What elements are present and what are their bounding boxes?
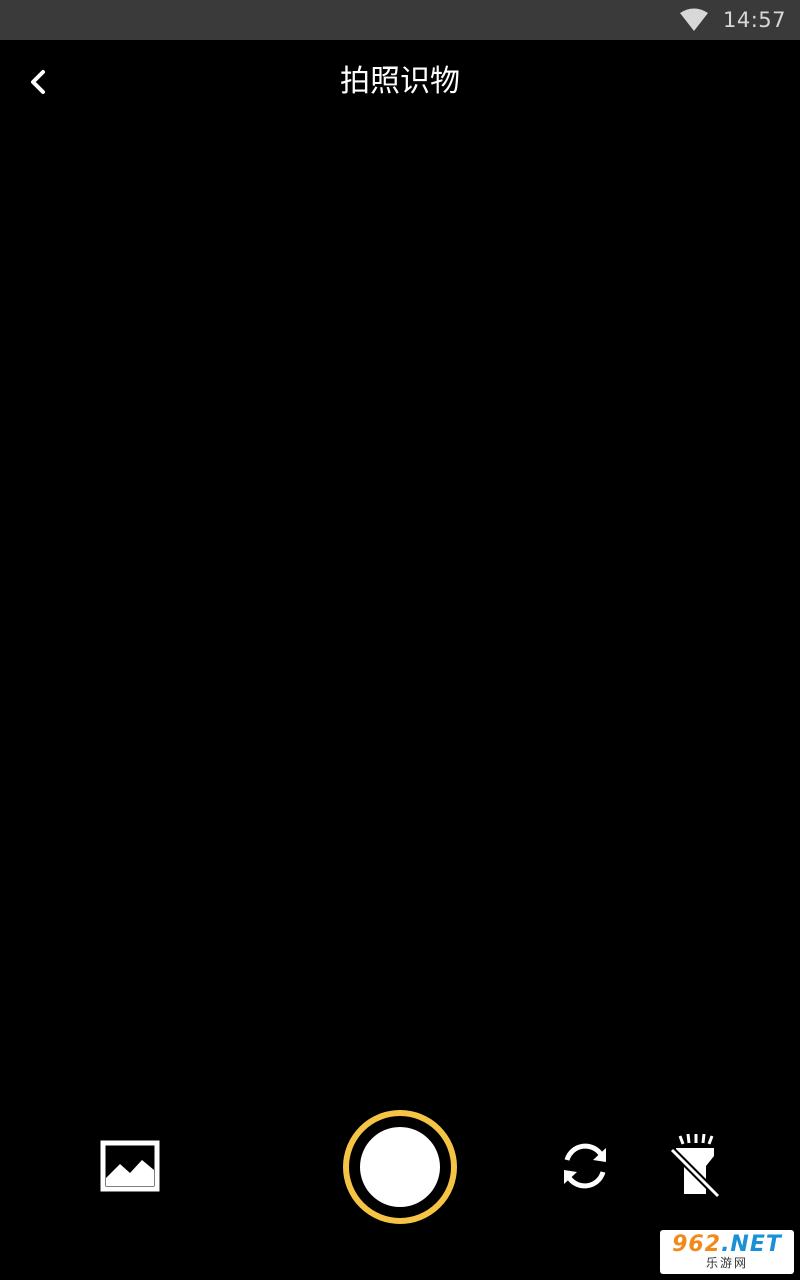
page-title: 拍照识物 [340, 64, 460, 99]
flashlight-off-icon [669, 1133, 721, 1198]
camera-controls [0, 1100, 800, 1240]
camera-switch-icon [564, 1143, 606, 1189]
image-icon [100, 1140, 160, 1192]
shutter-icon [360, 1127, 440, 1207]
switch-camera-button[interactable] [555, 1138, 615, 1194]
status-icons: 14:57 [679, 0, 786, 40]
status-bar: 14:57 [0, 0, 800, 40]
watermark-logo-text: 962.NET [672, 1232, 782, 1257]
watermark-logo: 962.NET 乐游网 [660, 1230, 794, 1274]
header: 拍照识物 [0, 40, 800, 124]
camera-screen: 14:57 拍照识物 962.NET 乐游网 [0, 0, 800, 1280]
wifi-icon [679, 8, 708, 31]
gallery-button[interactable] [100, 1140, 160, 1192]
shutter-button[interactable] [343, 1110, 457, 1224]
status-time: 14:57 [722, 8, 786, 32]
flashlight-button[interactable] [666, 1132, 722, 1198]
camera-preview[interactable] [0, 124, 800, 1094]
watermark-subtitle: 乐游网 [705, 1256, 748, 1270]
